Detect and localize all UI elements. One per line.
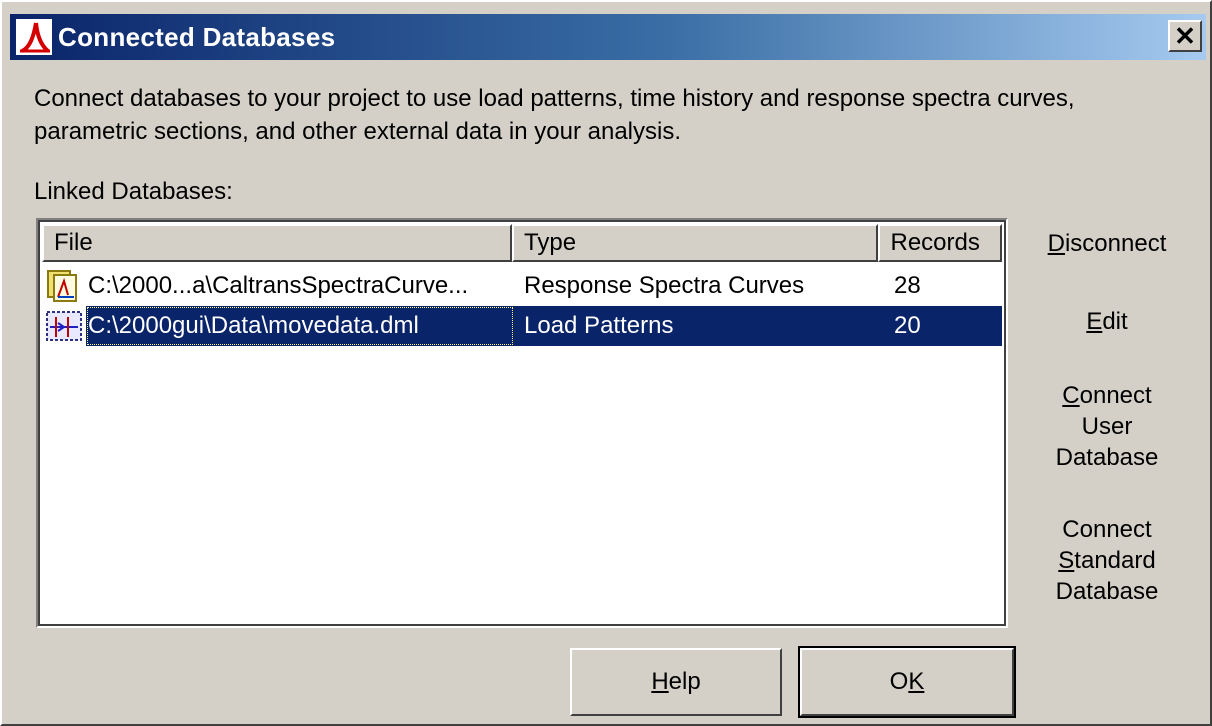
list-header: File Type Records xyxy=(42,224,1002,262)
row-file-cell: C:\2000gui\Data\movedata.dml xyxy=(86,306,514,346)
window-title: Connected Databases xyxy=(58,21,336,52)
connect-user-line-1: onnect xyxy=(1079,382,1152,409)
connected-databases-dialog: Connected Databases ✕ Connect databases … xyxy=(0,0,1212,726)
disconnect-mnemonic: D xyxy=(1047,230,1065,257)
app-logo-icon xyxy=(16,19,52,55)
close-icon: ✕ xyxy=(1174,21,1196,51)
disconnect-label: isconnect xyxy=(1064,230,1167,257)
description-line-1: Connect databases to your project to use… xyxy=(34,85,1075,112)
help-label: elp xyxy=(668,668,701,695)
linked-databases-list[interactable]: File Type Records C:\2000...a\CaltransSp… xyxy=(36,218,1008,628)
linked-databases-label: Linked Databases: xyxy=(34,178,233,205)
ok-button[interactable]: OK xyxy=(798,646,1016,718)
column-header-type[interactable]: Type xyxy=(512,224,879,262)
table-row[interactable]: C:\2000...a\CaltransSpectraCurve... Resp… xyxy=(42,266,1004,306)
load-pattern-file-icon xyxy=(42,306,86,346)
connect-standard-mnemonic: S xyxy=(1058,547,1075,574)
row-type-cell: Load Patterns xyxy=(514,306,882,346)
row-records-cell: 20 xyxy=(882,306,1002,346)
help-button[interactable]: Help xyxy=(570,648,782,716)
help-mnemonic: H xyxy=(651,668,669,695)
column-header-records[interactable]: Records xyxy=(878,224,1002,262)
edit-button[interactable]: Edit xyxy=(1032,306,1182,337)
connect-user-database-button[interactable]: Connect User Database xyxy=(1032,380,1182,473)
column-header-file[interactable]: File xyxy=(42,224,513,262)
edit-mnemonic: E xyxy=(1086,308,1103,335)
connect-standard-line-2: tandard xyxy=(1074,547,1156,574)
description-text: Connect databases to your project to use… xyxy=(34,82,1174,148)
connect-standard-database-button[interactable]: Connect Standard Database xyxy=(1032,514,1182,607)
connect-standard-line-3: Database xyxy=(1055,578,1159,605)
title-bar[interactable]: Connected Databases ✕ xyxy=(10,14,1206,60)
disconnect-button[interactable]: Disconnect xyxy=(1032,228,1182,259)
connect-user-mnemonic: C xyxy=(1062,382,1080,409)
ok-mnemonic: K xyxy=(908,668,925,695)
ok-label-prefix: O xyxy=(889,668,909,695)
connect-standard-line-1: Connect xyxy=(1062,516,1152,543)
connect-user-line-3: Database xyxy=(1055,444,1159,471)
edit-label: dit xyxy=(1102,308,1128,335)
table-row-selected[interactable]: C:\2000gui\Data\movedata.dml Load Patter… xyxy=(42,306,1004,346)
spectra-curve-file-icon xyxy=(42,266,86,306)
connect-user-line-2: User xyxy=(1081,413,1133,440)
description-line-2: parametric sections, and other external … xyxy=(34,118,682,145)
row-file-cell: C:\2000...a\CaltransSpectraCurve... xyxy=(88,272,469,299)
close-button[interactable]: ✕ xyxy=(1168,20,1202,52)
row-type-cell: Response Spectra Curves xyxy=(524,272,805,299)
row-records-cell: 28 xyxy=(894,272,921,299)
